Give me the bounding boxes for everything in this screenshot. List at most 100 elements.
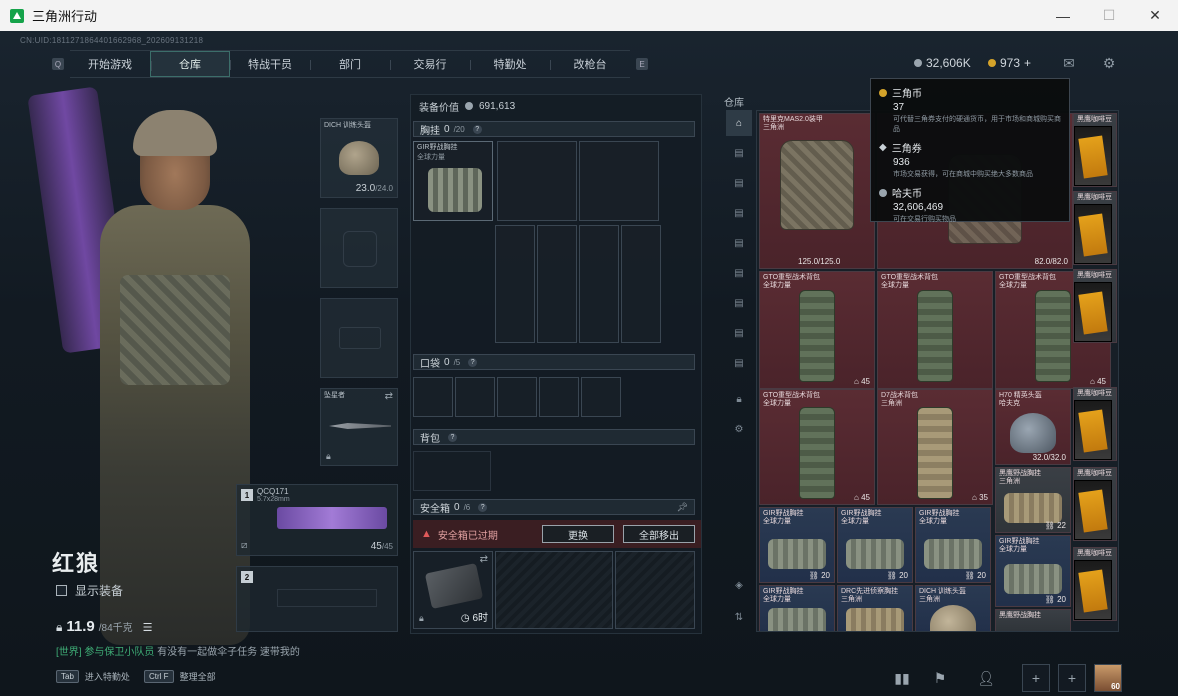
warehouse-item[interactable]: DICH 训练头盔 三角洲 [915, 585, 991, 631]
warehouse-item[interactable]: 黑鹰野战胸挂 三角洲 ⛓ 22 [995, 467, 1071, 533]
nav-left-key[interactable]: Q [52, 58, 64, 70]
warehouse-tab-5[interactable]: ▤ [726, 260, 752, 286]
coffee-case-item[interactable]: 黑鹰咖啡豆 [1073, 467, 1117, 541]
pistol-slot-empty[interactable] [320, 298, 398, 378]
tab-department[interactable]: 部门 [310, 51, 390, 77]
tab-start-game[interactable]: 开始游戏 [70, 51, 150, 77]
hint-sort-all[interactable]: Ctrl F 整理全部 [144, 670, 216, 683]
warehouse-tab-1[interactable]: ▤ [726, 140, 752, 166]
chest-cell[interactable] [621, 225, 661, 343]
warehouse-tab-3[interactable]: ▤ [726, 200, 752, 226]
chest-cell[interactable] [579, 141, 659, 221]
coffee-case-item[interactable]: 黑鹰咖啡豆 [1073, 269, 1117, 343]
tooltip-value: 32,606,469 [893, 202, 944, 213]
warehouse-lock-icon[interactable]: 🔒︎ [726, 386, 752, 412]
app-logo-icon [10, 8, 24, 23]
pocket-cell[interactable] [413, 377, 453, 417]
replace-button[interactable]: 更换 [542, 525, 614, 543]
warehouse-tab-2[interactable]: ▤ [726, 170, 752, 196]
warehouse-item[interactable]: DRC先进侦察胸挂 三角洲 [837, 585, 913, 631]
warehouse-item[interactable]: 特里克MAS2.0装甲 三角洲 [759, 113, 875, 269]
chat-line[interactable]: [世界] 参与保卫小队员 有没有一起做伞子任务 速带我的 [56, 643, 300, 658]
pocket-cell[interactable] [581, 377, 621, 417]
warehouse-settings-icon[interactable]: ⚙ [726, 416, 752, 442]
warehouse-item[interactable]: GTO重型战术背包 全球力量 ⌂ 45 [759, 389, 875, 505]
warehouse-item[interactable]: 黑鹰野战胸挂 [995, 609, 1071, 631]
warehouse-item[interactable]: GIR野战胸挂 全球力量 ⛓ 20 [995, 535, 1071, 607]
warehouse-item[interactable]: GTO重型战术背包 全球力量 [877, 271, 993, 389]
item-name: 黑鹰野战胸挂 [999, 612, 1041, 619]
chest-cell[interactable] [497, 141, 577, 221]
show-equipment-toggle[interactable]: 显示装备 [56, 582, 123, 599]
coffee-case-item[interactable]: 黑鹰咖啡豆 [1073, 387, 1117, 461]
warehouse-tab-6[interactable]: ▤ [726, 290, 752, 316]
flag-icon[interactable]: ⚑ [926, 664, 954, 692]
tab-special-ops[interactable]: 特勤处 [470, 51, 550, 77]
swap-icon[interactable]: ⇄ [480, 554, 488, 565]
safebox-item[interactable]: ⇄ 🔒︎ ◷ 6时 [413, 551, 493, 629]
help-icon[interactable]: ? [468, 357, 478, 367]
warehouse-item[interactable]: GIR野战胸挂 全球力量 ⛓ 20 [837, 507, 913, 583]
warehouse-item[interactable]: GIR野战胸挂 全球力量 ⛓ 20 [759, 507, 835, 583]
warehouse-layers-icon[interactable]: ◈ [726, 572, 752, 598]
chest-cell[interactable] [579, 225, 619, 343]
weight-max: /84千克 [98, 623, 133, 634]
weapon-slot-1[interactable]: 1 QCQ171 5.7x28mm ⧄ 45/45 [236, 484, 398, 556]
safebox-cell[interactable] [615, 551, 695, 629]
coffee-case-item[interactable]: 黑鹰咖啡豆 [1073, 113, 1117, 187]
coffee-case-item[interactable]: 黑鹰咖啡豆 [1073, 191, 1117, 265]
warehouse-item[interactable]: D7战术背包 三角洲 ⌂ 35 [877, 389, 993, 505]
unequip-icon[interactable]: ⧄ [241, 540, 247, 551]
chest-rig-item[interactable]: GIR野战胸挂 全球力量 [413, 141, 493, 221]
helmet-slot[interactable]: DICH 训练头盔 23.0/24.0 [320, 118, 398, 198]
safebox-cell[interactable] [495, 551, 613, 629]
help-icon[interactable]: ? [448, 432, 457, 442]
melee-slot[interactable]: 坠星者 ⇄ 🔒︎ [320, 388, 398, 466]
maximize-button[interactable]: ☐ [1086, 0, 1132, 31]
add-slot-button[interactable]: + [1022, 664, 1050, 692]
tab-gunsmith[interactable]: 改枪台 [550, 51, 630, 77]
minimize-button[interactable]: — [1040, 0, 1086, 31]
close-button[interactable]: ✕ [1132, 0, 1178, 31]
armor-slot-empty[interactable] [320, 208, 398, 288]
pocket-cell[interactable] [539, 377, 579, 417]
tab-trade[interactable]: 交易行 [390, 51, 470, 77]
swap-icon[interactable]: ⇄ [385, 391, 393, 402]
weight-lock-icon: 🔒︎ [56, 620, 63, 634]
warehouse-tab-4[interactable]: ▤ [726, 230, 752, 256]
move-all-button[interactable]: 全部移出 [623, 525, 695, 543]
friends-icon[interactable]: 👤︎ [972, 664, 1000, 692]
chest-cell[interactable] [537, 225, 577, 343]
coffee-case-item[interactable]: 黑鹰咖啡豆 [1073, 547, 1117, 621]
tab-operators[interactable]: 特战干员 [230, 51, 310, 77]
pocket-cell[interactable] [497, 377, 537, 417]
player-avatar[interactable]: 60 [1094, 664, 1122, 692]
currency-coupon[interactable]: 973 + [988, 56, 1031, 70]
help-icon[interactable]: ? [472, 124, 482, 134]
list-icon[interactable]: ☰ [143, 621, 153, 634]
pocket-cell[interactable] [455, 377, 495, 417]
help-icon[interactable]: ? [478, 502, 488, 512]
warehouse-item[interactable]: GIR野战胸挂 全球力量 ⛓ 20 [915, 507, 991, 583]
backpack-slot-empty[interactable] [413, 451, 491, 491]
warehouse-sort-icon[interactable]: ⇅ [726, 604, 752, 630]
warehouse-item[interactable]: GTO重型战术背包 全球力量 ⌂ 45 [759, 271, 875, 389]
warehouse-item[interactable]: GIR野战胸挂 全球力量 [759, 585, 835, 631]
warehouse-tab-8[interactable]: ▤ [726, 350, 752, 376]
warehouse-tab-7[interactable]: ▤ [726, 320, 752, 346]
tab-warehouse[interactable]: 仓库 [150, 51, 230, 77]
settings-gear-icon[interactable]: ⚙ [1100, 55, 1118, 71]
hint-special-ops[interactable]: Tab 进入特勤处 [56, 670, 130, 683]
show-equipment-checkbox[interactable] [56, 585, 67, 596]
mail-icon[interactable]: ✉ [1060, 55, 1078, 71]
currency-havk[interactable]: 32,606K [914, 56, 971, 70]
stats-icon[interactable]: ▮▮ [888, 664, 916, 692]
add-slot-button[interactable]: + [1058, 664, 1086, 692]
warehouse-main-tab-icon[interactable]: ⌂ [726, 110, 752, 136]
warehouse-item[interactable]: H70 精英头盔 哈夫克 32.0/32.0 [995, 389, 1071, 465]
weapon-slot-2[interactable]: 2 [236, 566, 398, 632]
nav-right-key[interactable]: E [636, 58, 648, 70]
add-currency-button[interactable]: + [1024, 56, 1031, 70]
pin-icon[interactable]: 📌︎ [677, 502, 688, 513]
chest-cell[interactable] [495, 225, 535, 343]
